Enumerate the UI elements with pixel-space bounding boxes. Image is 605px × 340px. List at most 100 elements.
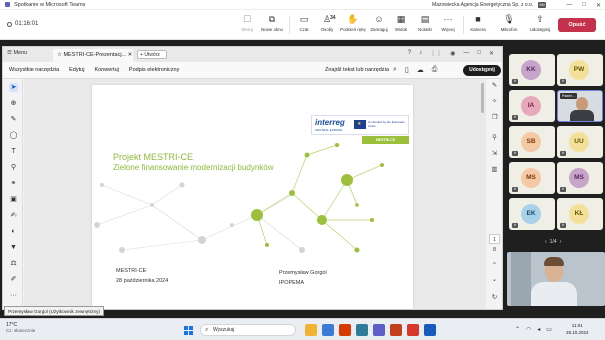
link-tool-icon[interactable]: ⚭ <box>9 179 18 188</box>
copy-icon[interactable]: ❐ <box>490 113 499 122</box>
help-icon[interactable]: ? <box>408 50 411 57</box>
pager-next-icon[interactable]: › <box>560 239 562 245</box>
maximize-viewer-icon[interactable]: □ <box>477 50 481 57</box>
minimize-viewer-icon[interactable]: — <box>463 50 469 57</box>
participant-tile[interactable]: MS ✕ <box>509 162 555 194</box>
pager-prev-icon[interactable]: ‹ <box>545 239 547 245</box>
teams-logo-icon <box>5 2 10 7</box>
more-button[interactable]: ··· Więcej <box>433 14 463 32</box>
close-viewer-icon[interactable]: ✕ <box>489 50 494 57</box>
find-tools-input[interactable]: Znajdź tekst lub narzędzia <box>325 67 389 73</box>
leave-button[interactable]: Opuść <box>558 18 596 32</box>
pinned-apps <box>305 324 436 336</box>
search-icon[interactable]: ⌕ <box>393 66 397 74</box>
attach-icon[interactable]: ⚲ <box>490 133 499 142</box>
menu-edit[interactable]: Edytuj <box>69 67 84 73</box>
viewer-share-button[interactable]: Udostępnij <box>463 65 501 76</box>
participant-tile[interactable]: UU ✕ <box>557 126 603 158</box>
participant-tile[interactable]: KK ✕ <box>509 54 555 86</box>
select-tool-icon[interactable]: ➤ <box>9 83 18 92</box>
wifi-icon[interactable]: ◠ <box>526 326 531 333</box>
video-person-body <box>531 282 577 306</box>
export-icon[interactable]: ⇲ <box>490 149 499 158</box>
pdf-reader-icon[interactable] <box>339 324 351 336</box>
save-icon[interactable]: ▯ <box>405 66 409 74</box>
battery-icon[interactable]: ▭ <box>546 326 552 333</box>
window-title: Spotkanie w Microsoft Teams <box>14 1 86 8</box>
participant-tile[interactable]: IA ✕ <box>509 90 555 122</box>
self-video[interactable] <box>507 252 605 306</box>
camera-button[interactable]: ■ Kamera <box>463 14 493 32</box>
participant-avatar: EK <box>521 204 541 224</box>
menu-all-tools[interactable]: Wszystkie narzędzia <box>9 67 59 73</box>
new-window-button[interactable]: ⧉ Nowe okno <box>257 14 287 32</box>
start-button[interactable] <box>184 326 193 335</box>
chevron-down-icon[interactable]: ⌄ <box>490 275 499 284</box>
highlight-tool-icon[interactable]: ▼ <box>9 243 18 252</box>
ai-assistant-icon[interactable]: ◉ <box>450 50 455 57</box>
weather-widget[interactable]: 17°C Cz. słonecznie <box>6 322 46 333</box>
user-avatar[interactable]: BM <box>538 2 546 8</box>
participant-tile[interactable]: SB ✕ <box>509 126 555 158</box>
image-tool-icon[interactable]: ▣ <box>9 195 18 204</box>
cofund-text: Co-funded by the European Union <box>368 120 405 128</box>
print-icon[interactable]: ⎙ <box>432 66 438 74</box>
share-button[interactable]: ⇧ Udostępnij <box>525 14 555 32</box>
logo-subtext: CENTRAL EUROPE <box>315 128 343 132</box>
participant-tile[interactable]: EK ✕ <box>509 198 555 230</box>
apps-grid-icon[interactable]: ⋮⋮ <box>430 50 442 57</box>
taskbar-clock[interactable]: 11:01 28.10.2024 <box>566 323 589 336</box>
mic-button[interactable]: 🎙 Mikrofon <box>494 14 524 32</box>
edge-browser-icon[interactable] <box>356 324 368 336</box>
zoom-tool-icon[interactable]: ⊕ <box>9 99 18 108</box>
taskbar-search[interactable]: ⌕ Wyszukaj <box>200 324 296 336</box>
viewer-menu-button[interactable]: ☰ Menu <box>7 50 27 56</box>
participant-tile[interactable]: PW ✕ <box>557 54 603 86</box>
lasso-tool-icon[interactable]: ◯ <box>9 131 18 140</box>
fill-tool-icon[interactable]: ◐ <box>9 227 18 236</box>
viewer-tab-bar: ☰ Menu ☆ MESTRI-CE-Prezentacj... ✕ + Utw… <box>3 47 502 62</box>
pen-tool-icon[interactable]: ✎ <box>9 115 18 124</box>
text-tool-icon[interactable]: T <box>9 147 18 156</box>
menu-e-signature[interactable]: Podpis elektroniczny <box>129 67 179 73</box>
sign-tool-icon[interactable]: ✍ <box>9 211 18 220</box>
word-icon[interactable] <box>424 324 436 336</box>
minimize-button[interactable]: — <box>566 2 572 8</box>
bell-icon[interactable]: ♪ <box>419 50 422 57</box>
rotate-icon[interactable]: ↻ <box>490 293 499 302</box>
menu-convert[interactable]: Konwertuj <box>94 67 118 73</box>
comment-tool-icon[interactable]: ✐ <box>9 275 18 284</box>
logo-text: interreg <box>315 118 345 127</box>
document-tab[interactable]: ☆ MESTRI-CE-Prezentacj... ✕ <box>53 49 133 62</box>
close-window-button[interactable]: ✕ <box>596 2 601 9</box>
participant-tile[interactable]: MS ✕ <box>557 162 603 194</box>
mic-muted-icon: ✕ <box>560 223 566 228</box>
page-number-input[interactable]: 1 <box>489 234 500 244</box>
participant-video-tile[interactable]: Paweł ... <box>557 90 603 122</box>
chevron-up-icon[interactable]: ⌃ <box>490 261 499 270</box>
mic-muted-icon: ✕ <box>512 187 518 192</box>
document-scrollbar[interactable] <box>481 83 484 113</box>
chevron-up-icon[interactable]: ⌃ <box>515 326 520 333</box>
organize-icon[interactable]: ▥ <box>490 165 499 174</box>
new-tab-button[interactable]: + Utwórz <box>137 50 167 59</box>
ai-summary-icon[interactable]: ✧ <box>490 97 499 106</box>
teams-app-icon[interactable] <box>373 324 385 336</box>
powerpoint-icon[interactable] <box>390 324 402 336</box>
more-icon: ··· <box>443 14 453 24</box>
file-explorer-icon[interactable] <box>305 324 317 336</box>
slide-subheadline: Zielone finansowanie modernizacji budynk… <box>113 163 274 172</box>
participant-tile[interactable]: KŁ ✕ <box>557 198 603 230</box>
maximize-button[interactable]: □ <box>582 2 586 8</box>
volume-icon[interactable]: ◂ <box>537 326 540 333</box>
weather-description: Cz. słonecznie <box>6 328 36 333</box>
comment-panel-icon[interactable]: ✎ <box>490 81 499 90</box>
acrobat-icon[interactable] <box>407 324 419 336</box>
cloud-upload-icon[interactable]: ☁ <box>417 66 424 74</box>
slide-company: IPOPEMA <box>279 280 305 286</box>
mail-app-icon[interactable] <box>322 324 334 336</box>
more-tools-icon[interactable]: ··· <box>9 291 18 300</box>
stamp-tool-icon[interactable]: ⚲ <box>9 163 18 172</box>
participant-avatar: KK <box>521 60 541 80</box>
measure-tool-icon[interactable]: ⚖ <box>9 259 18 268</box>
